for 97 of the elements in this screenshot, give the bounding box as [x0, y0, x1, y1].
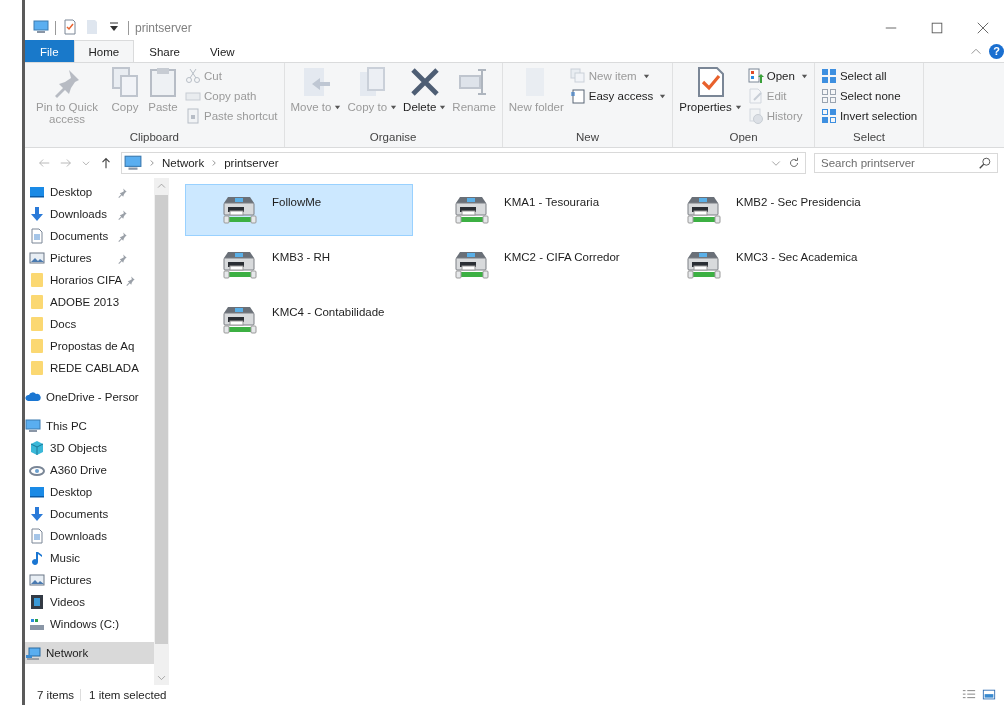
caret-icon	[334, 104, 342, 112]
large-icons-view-icon[interactable]	[982, 688, 996, 702]
new-item-icon	[569, 68, 586, 84]
breadcrumb[interactable]: printserver	[224, 157, 279, 169]
drive-icon	[29, 616, 45, 632]
caret-icon	[439, 104, 447, 112]
sidebar-item[interactable]: 3D Objects	[25, 437, 154, 459]
open-icon	[747, 68, 764, 84]
search-icon	[978, 156, 992, 170]
printer-item[interactable]: KMC4 - Contabilidade	[185, 294, 413, 346]
picture-icon	[29, 572, 45, 588]
selection-count: 1 item selected	[80, 689, 167, 701]
computer-icon	[124, 154, 142, 172]
help-button[interactable]: ?	[989, 43, 1004, 59]
download-icon	[29, 506, 45, 522]
printer-item[interactable]: FollowMe	[185, 184, 413, 236]
printer-item[interactable]: KMB3 - RH	[185, 239, 413, 291]
printer-item[interactable]: KMB2 - Sec Presidencia	[649, 184, 877, 236]
caret-icon	[800, 72, 808, 80]
ribbon-tab[interactable]: Home	[73, 40, 135, 62]
desktop-icon	[29, 184, 45, 200]
caret-icon	[390, 104, 398, 112]
ribbon-command[interactable]: Properties	[677, 66, 744, 130]
sidebar-item[interactable]: Music	[25, 547, 154, 569]
document-icon	[29, 528, 45, 544]
desktop-icon	[29, 484, 45, 500]
download-icon	[29, 206, 45, 222]
music-icon	[29, 550, 45, 566]
sidebar-item[interactable]: Downloads	[25, 525, 154, 547]
ribbon-command[interactable]: Select none	[818, 88, 920, 104]
sidebar-item[interactable]: Windows (C:)	[25, 613, 154, 635]
printer-item[interactable]: KMC2 - CIFA Corredor	[417, 239, 645, 291]
network-icon	[25, 645, 41, 661]
caret-icon	[734, 104, 742, 112]
ribbon-command[interactable]: Easy access	[567, 88, 669, 104]
caret-icon	[642, 72, 650, 80]
picture-icon	[29, 250, 45, 266]
sidebar-item[interactable]: Videos	[25, 591, 154, 613]
group-label: Select	[852, 130, 887, 145]
sidebar-item[interactable]: Documents	[25, 503, 154, 525]
sidebar-item[interactable]: Desktop	[25, 181, 154, 203]
group-label: Organise	[368, 130, 418, 145]
close-icon[interactable]	[976, 21, 990, 35]
printer-item[interactable]: KMC3 - Sec Academica	[649, 239, 877, 291]
cube-icon	[29, 440, 45, 456]
address-bar[interactable]: Network printserver	[121, 152, 806, 174]
x-icon	[408, 66, 441, 98]
scissors-icon	[185, 68, 201, 84]
item-count: 7 items	[37, 689, 75, 701]
sidebar-item[interactable]: Pictures	[25, 569, 154, 591]
group-label: New	[575, 130, 601, 145]
document-icon	[569, 88, 586, 104]
edit-icon	[747, 88, 764, 104]
up-icon[interactable]	[99, 156, 113, 170]
back-icon[interactable]	[37, 156, 51, 170]
film-icon	[29, 594, 45, 610]
sidebar-item[interactable]: Pictures	[25, 247, 154, 269]
group-label: Open	[728, 130, 759, 145]
sidebar-item[interactable]: Network	[25, 642, 154, 664]
forward-icon[interactable]	[59, 156, 73, 170]
select-none-icon	[820, 88, 837, 104]
caret-icon	[659, 92, 667, 100]
ribbon-command[interactable]: Delete	[401, 66, 449, 130]
scrollbar[interactable]	[154, 178, 169, 685]
recent-caret-icon[interactable]	[81, 158, 91, 168]
sidebar-item[interactable]: Docs	[25, 313, 154, 335]
properties-icon[interactable]	[62, 19, 78, 35]
sidebar-item[interactable]: Horarios CIFA	[25, 269, 154, 291]
sidebar-item[interactable]: A360 Drive	[25, 459, 154, 481]
computer-icon[interactable]	[33, 19, 49, 35]
ribbon-tab[interactable]: File	[25, 40, 74, 62]
copy-icon	[109, 66, 141, 98]
invert-selection-icon	[820, 108, 837, 124]
history-icon	[747, 108, 764, 124]
printer-item[interactable]: KMA1 - Tesouraria	[417, 184, 645, 236]
sidebar-item[interactable]: Propostas de Aq	[25, 335, 154, 357]
sidebar-item[interactable]: ADOBE 2013	[25, 291, 154, 313]
select-all-icon	[820, 68, 837, 84]
sidebar-item[interactable]: REDE CABLADA	[25, 357, 154, 379]
sidebar-item[interactable]: Desktop	[25, 481, 154, 503]
document-icon	[29, 228, 45, 244]
ribbon-command[interactable]: Open	[745, 68, 810, 84]
window-title: printserver	[135, 21, 192, 35]
sidebar-item[interactable]: Documents	[25, 225, 154, 247]
sidebar-item[interactable]: OneDrive - Persor	[25, 386, 154, 408]
search-field[interactable]: Search printserver	[814, 153, 998, 173]
clipboard-icon	[147, 66, 179, 98]
ribbon-command[interactable]: Select all	[818, 68, 920, 84]
computer-icon	[25, 418, 41, 434]
group-label: Clipboard	[128, 130, 180, 145]
sidebar-item[interactable]: Downloads	[25, 203, 154, 225]
breadcrumb[interactable]: Network	[162, 157, 205, 169]
refresh-icon[interactable]	[787, 156, 801, 170]
ribbon-command[interactable]: Invert selection	[818, 108, 920, 124]
sidebar-item[interactable]: This PC	[25, 415, 154, 437]
maximize-icon[interactable]	[930, 21, 944, 35]
clipboard-icon	[185, 108, 201, 124]
